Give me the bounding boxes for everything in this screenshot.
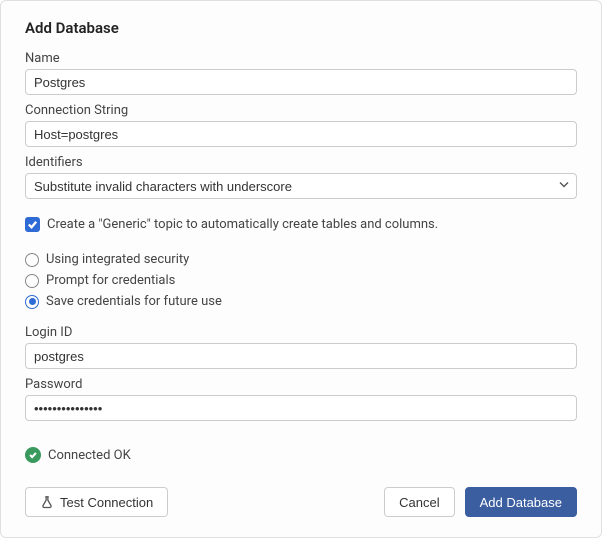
add-database-label: Add Database (480, 495, 562, 510)
checkbox-checked-icon (25, 217, 40, 232)
radio-save-credentials[interactable]: Save credentials for future use (25, 294, 577, 309)
login-id-input[interactable] (25, 343, 577, 369)
add-database-dialog: Add Database Name Connection String Iden… (0, 0, 602, 538)
create-generic-label: Create a "Generic" topic to automaticall… (47, 217, 438, 232)
add-database-button[interactable]: Add Database (465, 487, 577, 517)
name-input[interactable] (25, 69, 577, 95)
radio-save-label: Save credentials for future use (46, 294, 222, 309)
check-circle-icon (25, 447, 41, 463)
name-field-group: Name (25, 51, 577, 95)
connection-string-label: Connection String (25, 103, 577, 118)
radio-icon (25, 253, 39, 267)
identifiers-field-group: Identifiers (25, 155, 577, 199)
radio-integrated-security[interactable]: Using integrated security (25, 252, 577, 267)
connection-status: Connected OK (25, 447, 577, 463)
identifiers-select[interactable] (25, 173, 577, 199)
connection-string-input[interactable] (25, 121, 577, 147)
create-generic-checkbox[interactable]: Create a "Generic" topic to automaticall… (25, 217, 577, 232)
dialog-title: Add Database (25, 19, 577, 37)
test-connection-button[interactable]: Test Connection (25, 487, 168, 517)
name-label: Name (25, 51, 577, 66)
connection-status-text: Connected OK (48, 448, 131, 463)
connection-string-field-group: Connection String (25, 103, 577, 147)
radio-prompt-label: Prompt for credentials (46, 273, 175, 288)
login-id-label: Login ID (25, 325, 577, 340)
dialog-footer: Test Connection Cancel Add Database (25, 487, 577, 517)
password-field-group: Password (25, 377, 577, 421)
password-input[interactable] (25, 395, 577, 421)
cancel-label: Cancel (399, 495, 439, 510)
test-connection-label: Test Connection (60, 495, 153, 510)
radio-icon (25, 274, 39, 288)
password-label: Password (25, 377, 577, 392)
flask-icon (40, 495, 54, 509)
radio-selected-icon (25, 295, 39, 309)
identifiers-label: Identifiers (25, 155, 577, 170)
auth-radio-group: Using integrated security Prompt for cre… (25, 246, 577, 315)
radio-prompt-credentials[interactable]: Prompt for credentials (25, 273, 577, 288)
cancel-button[interactable]: Cancel (384, 487, 454, 517)
radio-integrated-label: Using integrated security (46, 252, 189, 267)
login-id-field-group: Login ID (25, 325, 577, 369)
